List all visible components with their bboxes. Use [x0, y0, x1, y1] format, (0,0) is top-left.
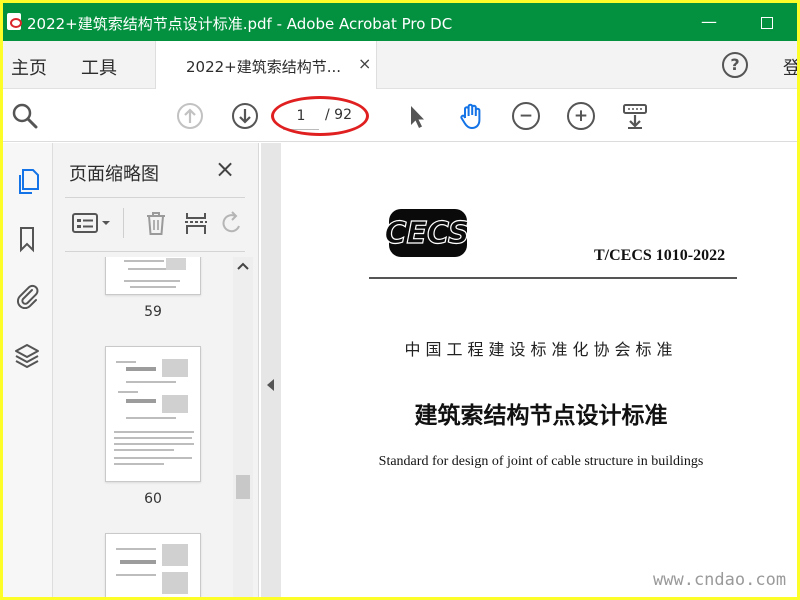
scroll-mode-icon[interactable] — [621, 102, 649, 130]
window-title: 2022+建筑索结构节点设计标准.pdf - Adobe Acrobat Pro… — [27, 15, 453, 33]
previous-page-icon[interactable] — [176, 102, 204, 130]
collapse-arrow-icon — [267, 379, 274, 391]
zoom-out-button[interactable]: − — [512, 102, 540, 130]
help-button[interactable]: ? — [722, 52, 748, 78]
tools-menu[interactable]: 工具 — [81, 54, 117, 80]
toolbar-divider — [123, 208, 124, 238]
panel-title: 页面缩略图 — [69, 164, 159, 185]
scroll-up-icon[interactable] — [237, 261, 249, 271]
annotation-ellipse — [271, 96, 369, 136]
panel-collapse-handle[interactable] — [261, 143, 281, 597]
thumbnail-options-icon[interactable] — [71, 210, 115, 236]
page-thumbnail[interactable] — [105, 346, 201, 482]
minus-icon: − — [518, 106, 534, 126]
maximize-icon — [761, 16, 773, 29]
close-panel-button[interactable]: × — [215, 155, 235, 183]
select-cursor-icon[interactable] — [403, 102, 431, 130]
page-thumbnail-label: 60 — [144, 491, 162, 507]
layers-icon[interactable] — [14, 341, 40, 369]
page-thumbnails-icon[interactable] — [14, 167, 40, 195]
thumbnails-panel: 页面缩略图 × 59 60 — [53, 143, 259, 597]
hand-tool-icon[interactable] — [457, 102, 485, 130]
delete-page-icon[interactable] — [143, 210, 169, 236]
cecs-logo: CECS — [384, 209, 470, 257]
scrollbar-thumb[interactable] — [236, 475, 250, 499]
left-rail — [3, 143, 53, 597]
home-menu[interactable]: 主页 — [11, 54, 47, 80]
search-icon[interactable] — [11, 102, 39, 130]
tab-bar: 主页 工具 2022+建筑索结构节... × ? 登 — [3, 41, 797, 89]
panel-toolbar — [65, 198, 245, 248]
panel-divider — [65, 251, 245, 252]
zoom-in-button[interactable]: + — [567, 102, 595, 130]
page-thumbnail[interactable] — [105, 257, 201, 295]
watermark: www.cndao.com — [653, 570, 787, 590]
plus-icon: + — [573, 106, 589, 126]
standard-code: T/CECS 1010-2022 — [594, 247, 726, 264]
page-thumbnail[interactable] — [105, 533, 201, 597]
thumbnail-list: 59 60 — [53, 257, 233, 597]
organization-name: 中国工程建设标准化协会标准 — [404, 340, 678, 359]
thumbnail-scrollbar[interactable] — [233, 257, 253, 597]
document-title: 建筑索结构节点设计标准 — [414, 403, 668, 429]
bookmark-icon[interactable] — [14, 225, 40, 253]
header-rule — [369, 277, 737, 279]
cecs-logo-text: CECS — [384, 216, 469, 251]
next-page-icon[interactable] — [231, 102, 259, 130]
maximize-button[interactable] — [753, 9, 781, 35]
page-thumbnail-label: 59 — [144, 304, 162, 320]
extract-page-icon[interactable] — [183, 210, 209, 236]
document-tab-label: 2022+建筑索结构节... — [186, 58, 342, 76]
app-window: 2022+建筑索结构节点设计标准.pdf - Adobe Acrobat Pro… — [3, 3, 797, 597]
minimize-button[interactable]: — — [695, 9, 723, 35]
toolbar: / 92 − + — [3, 90, 797, 142]
rotate-page-icon[interactable] — [219, 210, 243, 236]
close-tab-button[interactable]: × — [358, 54, 371, 73]
acrobat-icon — [7, 13, 22, 30]
document-tab[interactable]: 2022+建筑索结构节... × — [155, 41, 377, 89]
attachment-icon[interactable] — [14, 281, 40, 309]
document-view[interactable]: CECS T/CECS 1010-2022 中国工程建设标准化协会标准 建筑索结… — [281, 143, 797, 597]
document-subtitle: Standard for design of joint of cable st… — [378, 454, 704, 469]
title-bar: 2022+建筑索结构节点设计标准.pdf - Adobe Acrobat Pro… — [3, 3, 797, 41]
sign-in-button[interactable]: 登 — [783, 54, 797, 80]
